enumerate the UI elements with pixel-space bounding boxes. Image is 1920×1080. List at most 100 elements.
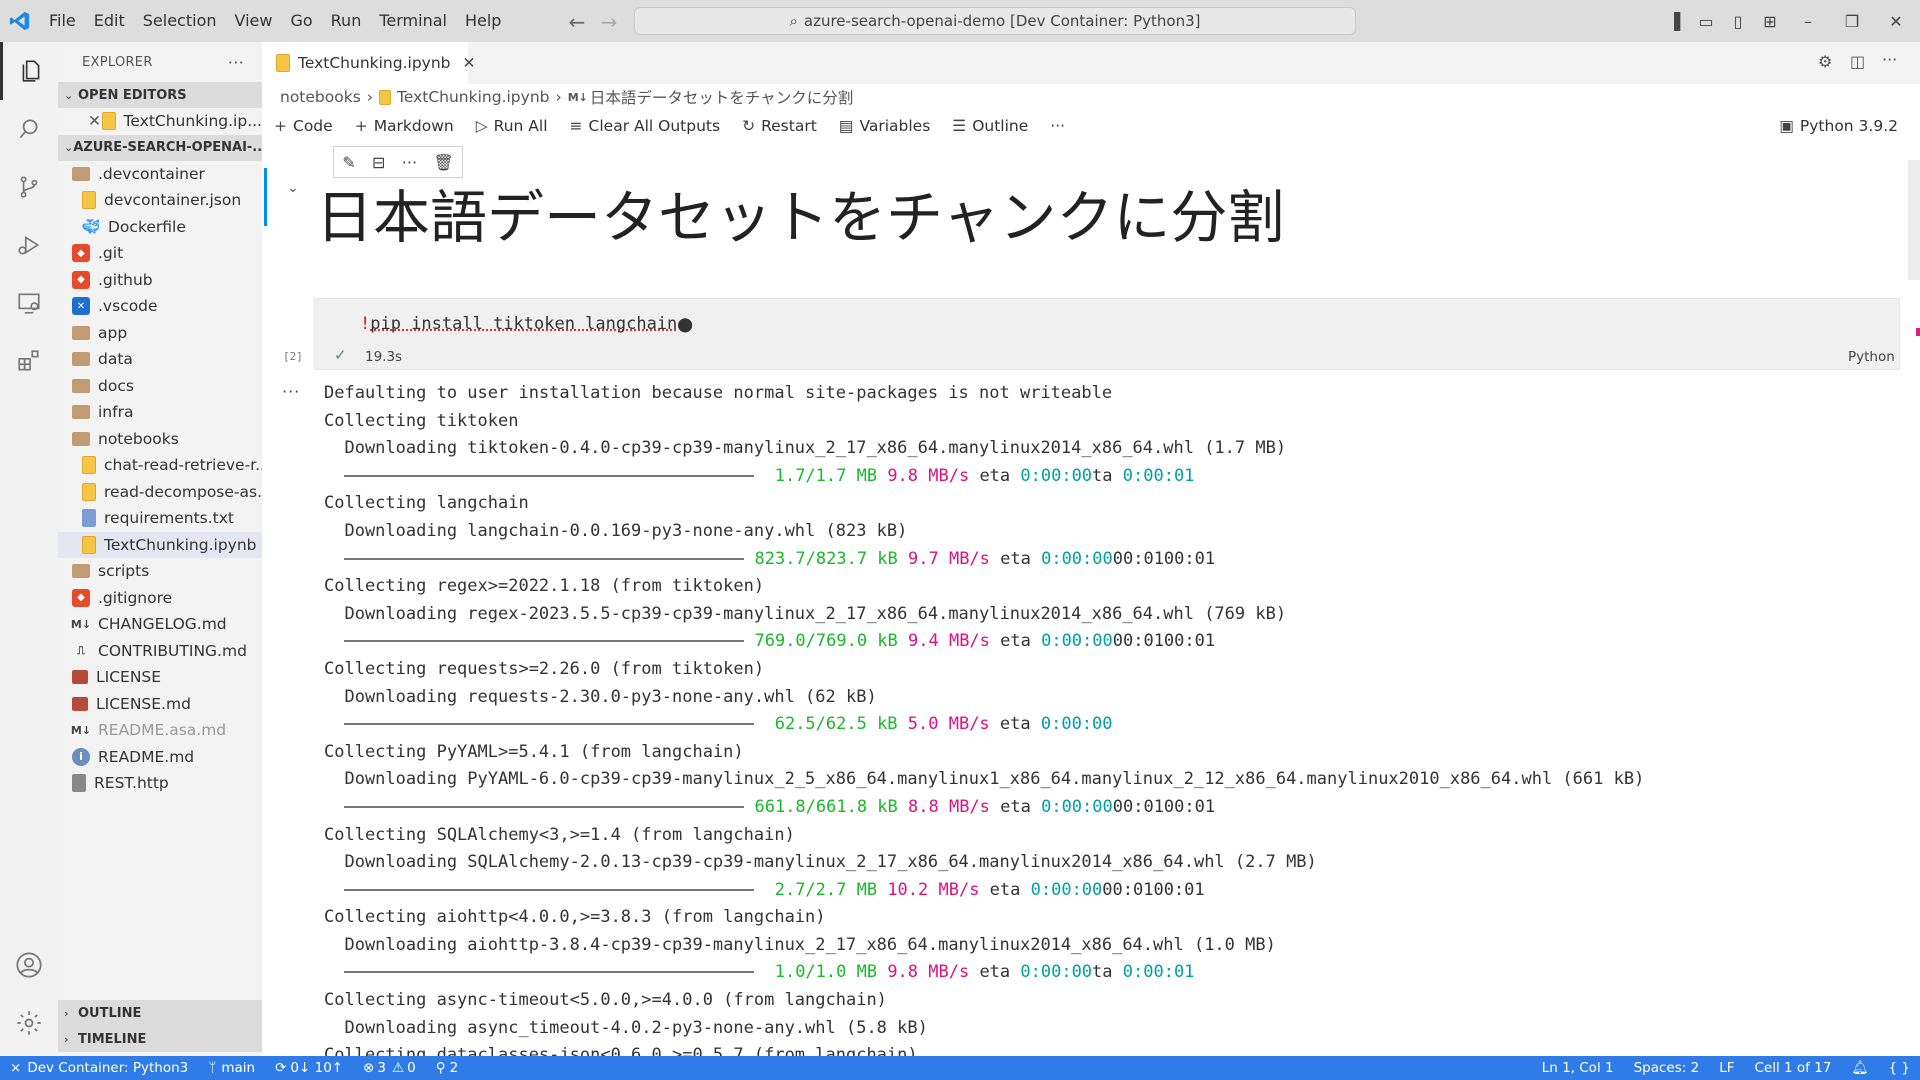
open-editor-item[interactable]: ✕ TextChunking.ip... — [58, 108, 262, 135]
tree-item[interactable]: .devcontainer — [58, 161, 262, 188]
search-icon[interactable] — [0, 100, 58, 158]
outline-button[interactable]: ☰ Outline — [952, 117, 1028, 135]
tree-item[interactable]: infra — [58, 399, 262, 426]
tree-item[interactable]: REST.http — [58, 770, 262, 797]
branch-indicator[interactable]: ᛘ main — [198, 1060, 265, 1076]
restart-button[interactable]: ↻ Restart — [742, 117, 817, 135]
ports-indicator[interactable]: ⚲ 2 — [426, 1060, 468, 1076]
accounts-icon[interactable] — [0, 936, 58, 994]
cursor-position[interactable]: Ln 1, Col 1 — [1532, 1060, 1624, 1076]
progress-bar — [344, 888, 755, 891]
remote-explorer-icon[interactable] — [0, 274, 58, 332]
more-actions-icon[interactable]: ··· — [402, 153, 417, 172]
tree-item[interactable]: chat-read-retrieve-r... — [58, 452, 262, 479]
menu-help[interactable]: Help — [456, 0, 510, 42]
remote-indicator[interactable]: ⨯ Dev Container: Python3 — [0, 1060, 198, 1076]
back-arrow-icon[interactable]: ← — [562, 10, 592, 34]
breadcrumb-file[interactable]: TextChunking.ipynb — [397, 88, 550, 106]
more-actions-icon[interactable]: ··· — [228, 53, 244, 72]
add-code-button[interactable]: + Code — [274, 117, 333, 135]
end-of-line[interactable]: LF — [1709, 1060, 1744, 1076]
close-tab-icon[interactable]: ✕ — [463, 54, 476, 72]
tree-item[interactable]: i README.md — [58, 744, 262, 771]
problems-indicator[interactable]: ⊗ 3 ⚠ 0 — [353, 1060, 426, 1076]
warning-icon: ⚠ — [392, 1060, 405, 1076]
tree-item[interactable]: scripts — [58, 558, 262, 585]
tree-item[interactable]: M↓ CHANGELOG.md — [58, 611, 262, 638]
split-cell-icon[interactable]: ⊟ — [372, 153, 385, 172]
close-window-icon[interactable]: ✕ — [1874, 12, 1918, 31]
toggle-primary-sidebar-icon[interactable]: ▐ — [1658, 12, 1690, 31]
more-actions-icon[interactable]: ··· — [1050, 117, 1065, 135]
extensions-icon[interactable] — [0, 332, 58, 390]
code-cell[interactable] — [314, 298, 1900, 370]
command-center[interactable]: ⌕ azure-search-openai-demo [Dev Containe… — [634, 7, 1356, 35]
tree-item[interactable]: LICENSE.md — [58, 691, 262, 718]
markdown-heading[interactable]: 日本語データセットをチャンクに分割 — [316, 172, 1284, 254]
notifications-bell-icon[interactable]: 🔔︎ — [1841, 1060, 1878, 1076]
menu-view[interactable]: View — [226, 0, 282, 42]
tree-item[interactable]: ◆ .github — [58, 267, 262, 294]
tab-textchunking[interactable]: TextChunking.ipynb ✕ — [262, 42, 476, 84]
split-editor-icon[interactable]: ◫ — [1850, 52, 1865, 71]
output-line: Downloading SQLAlchemy-2.0.13-cp39-cp39-… — [324, 852, 1317, 873]
sync-indicator[interactable]: ⟳ 0↓ 10↑ — [265, 1060, 353, 1076]
breadcrumb-notebooks[interactable]: notebooks — [280, 88, 361, 106]
explorer-icon[interactable] — [0, 42, 58, 100]
source-control-icon[interactable] — [0, 158, 58, 216]
indentation[interactable]: Spaces: 2 — [1624, 1060, 1710, 1076]
outline-header[interactable]: › OUTLINE — [58, 1000, 262, 1026]
minimize-icon[interactable]: – — [1786, 12, 1830, 31]
variables-button[interactable]: ▤ Variables — [839, 117, 931, 135]
toggle-panel-icon[interactable]: ▭ — [1690, 12, 1722, 31]
tree-item[interactable]: LICENSE — [58, 664, 262, 691]
output-more-icon[interactable]: ··· — [282, 382, 300, 401]
forward-arrow-icon[interactable]: → — [594, 10, 624, 34]
editor-scrollbar[interactable] — [1908, 160, 1920, 280]
delete-cell-icon[interactable]: 🗑 — [433, 153, 453, 172]
tree-item[interactable]: docs — [58, 373, 262, 400]
cell-indicator[interactable]: Cell 1 of 17 — [1744, 1060, 1841, 1076]
toggle-secondary-sidebar-icon[interactable]: ▯ — [1722, 12, 1754, 31]
settings-gear-icon[interactable]: ⚙ — [1818, 52, 1832, 71]
tree-item[interactable]: data — [58, 346, 262, 373]
tree-item[interactable]: read-decompose-as... — [58, 479, 262, 506]
cell-language[interactable]: Python — [1848, 349, 1895, 365]
tree-item[interactable]: M↓ README.asa.md — [58, 717, 262, 744]
open-editors-header[interactable]: ⌄ OPEN EDITORS — [58, 82, 262, 108]
tree-item[interactable]: ⎍ CONTRIBUTING.md — [58, 638, 262, 665]
tree-item[interactable]: requirements.txt — [58, 505, 262, 532]
more-actions-icon[interactable]: ··· — [1882, 50, 1897, 69]
tree-item[interactable]: 🐳︎ Dockerfile — [58, 214, 262, 241]
timeline-header[interactable]: › TIMELINE — [58, 1026, 262, 1052]
code-editor[interactable]: !pip install tiktoken langchain⬤ — [360, 314, 693, 334]
tree-item[interactable]: devcontainer.json — [58, 187, 262, 214]
tree-item[interactable]: ◆ .gitignore — [58, 585, 262, 612]
close-icon[interactable]: ✕ — [88, 112, 102, 130]
collapse-chevron-icon[interactable]: ⌄ — [287, 180, 299, 196]
menu-terminal[interactable]: Terminal — [370, 0, 456, 42]
braces-icon[interactable]: { } — [1879, 1060, 1920, 1076]
edit-pencil-icon[interactable]: ✎ — [342, 153, 355, 172]
menu-edit[interactable]: Edit — [85, 0, 134, 42]
menu-selection[interactable]: Selection — [134, 0, 226, 42]
manage-gear-icon[interactable] — [0, 994, 58, 1052]
run-debug-icon[interactable] — [0, 216, 58, 274]
tree-item[interactable]: notebooks — [58, 426, 262, 453]
customize-layout-icon[interactable]: ⊞ — [1754, 12, 1786, 31]
clear-all-outputs-button[interactable]: ≡ Clear All Outputs — [570, 117, 721, 135]
workspace-header[interactable]: ⌄ AZURE-SEARCH-OPENAI-... — [58, 134, 262, 161]
output-segment: 1.7/1.7 MB — [764, 465, 888, 486]
tree-item[interactable]: TextChunking.ipynb — [58, 531, 262, 558]
menu-run[interactable]: Run — [322, 0, 371, 42]
tree-item[interactable]: ✕ .vscode — [58, 293, 262, 320]
kernel-picker[interactable]: ▣ Python 3.9.2 — [1779, 117, 1898, 135]
tree-item[interactable]: ◆ .git — [58, 240, 262, 267]
restore-icon[interactable]: ❐ — [1830, 12, 1874, 31]
add-markdown-button[interactable]: + Markdown — [355, 117, 454, 135]
menu-file[interactable]: File — [40, 0, 85, 42]
breadcrumb-heading[interactable]: 日本語データセットをチャンクに分割 — [590, 86, 853, 108]
menu-go[interactable]: Go — [281, 0, 321, 42]
run-all-button[interactable]: ▷ Run All — [476, 117, 548, 135]
tree-item[interactable]: app — [58, 320, 262, 347]
